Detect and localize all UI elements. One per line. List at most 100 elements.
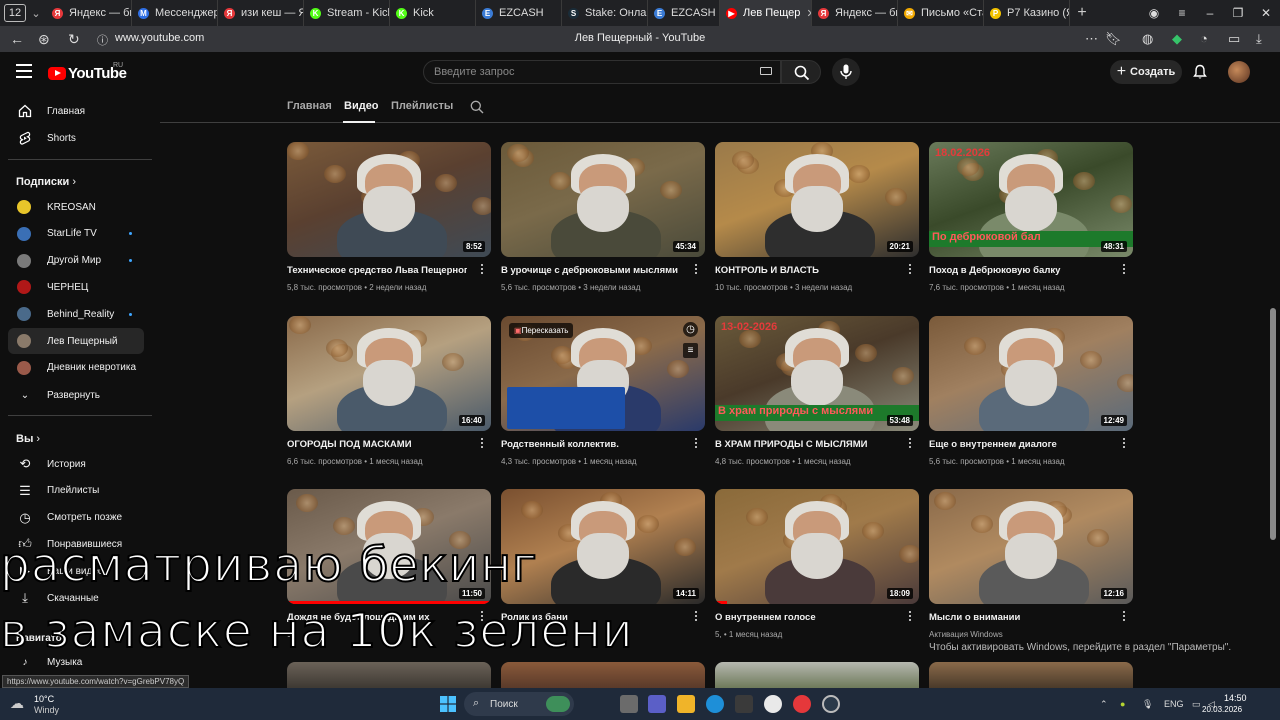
expand-subscriptions-button[interactable]: ⌄ Развернуть <box>8 382 144 408</box>
clock-time[interactable]: 14:50 <box>1224 693 1247 703</box>
yandex-icon[interactable] <box>793 695 811 713</box>
tab-list-chevron-icon[interactable]: ⌄ <box>26 7 46 20</box>
edge-browser-icon[interactable] <box>706 695 724 713</box>
create-button[interactable]: + Создать <box>1110 60 1182 84</box>
minimize-button[interactable]: – <box>1196 6 1224 20</box>
video-title[interactable]: О внутреннем голосе <box>715 612 895 623</box>
channel-search-icon[interactable] <box>470 100 484 119</box>
summarize-chip[interactable]: ▣ Пересказать <box>509 323 574 338</box>
video-more-options-icon[interactable] <box>907 438 913 452</box>
browser-tab[interactable]: Я Яндекс — бы <box>812 0 898 26</box>
browser-tab[interactable]: K Kick <box>390 0 476 26</box>
subscriptions-header[interactable]: Подписки › <box>16 176 76 188</box>
video-card[interactable]: 18.02.2026 По дебрюковой бал 48:31 Поход в … <box>929 142 1133 302</box>
video-more-options-icon[interactable] <box>479 264 485 278</box>
restore-button[interactable]: ❐ <box>1224 6 1252 20</box>
video-title[interactable]: В урочище с дебрюковыми мыслями <box>501 265 681 276</box>
search-button[interactable] <box>781 60 821 84</box>
sidebar-channel-item[interactable]: KREOSAN <box>8 194 144 220</box>
browser-tab[interactable]: E EZCASH <box>648 0 720 26</box>
video-thumbnail[interactable]: 16:40 <box>287 316 491 431</box>
video-card[interactable]: 8:52 Техническое средство Льва Пещерного.… <box>287 142 491 302</box>
browser-tab[interactable]: Я Яндекс — бы <box>46 0 132 26</box>
video-thumbnail[interactable]: 18:09 <box>715 489 919 604</box>
video-title[interactable]: Техническое средство Льва Пещерного. <box>287 265 467 276</box>
video-card[interactable]: ▣ Пересказать ◷ ≡ Родственный коллектив. 4,3… <box>501 316 705 476</box>
browser-tab[interactable]: Яизи кеш — Я <box>218 0 304 26</box>
file-explorer-icon[interactable] <box>677 695 695 713</box>
steam-icon[interactable] <box>822 695 840 713</box>
close-window-button[interactable]: ✕ <box>1252 6 1280 20</box>
sidebar-item-playlists[interactable]: ☰ Плейлисты <box>8 478 144 504</box>
video-more-options-icon[interactable] <box>693 264 699 278</box>
sidebar-channel-item[interactable]: StarLife TV <box>8 221 144 247</box>
video-title[interactable]: В ХРАМ ПРИРОДЫ С МЫСЛЯМИ <box>715 439 895 450</box>
new-tab-button[interactable]: + <box>1070 4 1094 22</box>
yandex-browser-icon[interactable] <box>764 695 782 713</box>
browser-tab[interactable]: P P7 Казино (Я <box>984 0 1070 26</box>
video-thumbnail[interactable]: 20:21 <box>715 142 919 257</box>
tab-home[interactable]: Главная <box>287 100 332 112</box>
video-thumbnail[interactable]: 12:49 <box>929 316 1133 431</box>
browser-tab[interactable]: М Мессенджер <box>132 0 218 26</box>
voice-search-button[interactable] <box>832 58 860 86</box>
protect-icon[interactable]: ◆ <box>1172 31 1182 47</box>
video-thumbnail-partial[interactable] <box>287 662 491 688</box>
video-thumbnail-partial[interactable] <box>929 662 1133 688</box>
sidebar-item-home[interactable]: Главная <box>8 98 144 124</box>
network-icon[interactable]: ▭ <box>1192 699 1201 710</box>
video-more-options-icon[interactable] <box>907 264 913 278</box>
video-more-options-icon[interactable] <box>693 438 699 452</box>
profile-icon[interactable]: ◉ <box>1140 6 1168 20</box>
taskbar-search[interactable]: ⌕ Поиск <box>464 692 574 716</box>
sidebar-channel-item[interactable]: Другой Мир <box>8 248 144 274</box>
video-more-options-icon[interactable] <box>1121 611 1127 625</box>
downloads-icon[interactable]: ⤓ <box>1256 31 1262 47</box>
video-more-options-icon[interactable] <box>479 438 485 452</box>
browser-tab[interactable]: E EZCASH <box>476 0 562 26</box>
video-thumbnail[interactable]: 18.02.2026 По дебрюковой бал 48:31 <box>929 142 1133 257</box>
browser-tab[interactable]: ▶Лев Пещер✕ <box>720 0 812 26</box>
sidebar-channel-item[interactable]: Behind_Reality <box>8 301 144 327</box>
browser-tab[interactable]: K Stream - Kick <box>304 0 390 26</box>
account-avatar[interactable] <box>1228 61 1250 83</box>
video-more-options-icon[interactable] <box>693 611 699 625</box>
sidebar-item-history[interactable]: ⟲ История <box>8 451 144 477</box>
video-thumbnail-partial[interactable] <box>501 662 705 688</box>
store-icon[interactable] <box>735 695 753 713</box>
collections-icon[interactable]: ▭ <box>1228 31 1240 47</box>
tray-chevron-icon[interactable]: ⌃ <box>1100 699 1108 710</box>
vpn-icon[interactable]: ◍ <box>1142 31 1153 47</box>
video-more-options-icon[interactable] <box>1121 438 1127 452</box>
clock-date[interactable]: 20.03.2026 <box>1202 705 1242 714</box>
video-title[interactable]: ОГОРОДЫ ПОД МАСКАМИ <box>287 439 467 450</box>
sidebar-item-watch-later[interactable]: ◷ Смотреть позже <box>8 505 144 531</box>
keyboard-icon[interactable] <box>760 67 772 75</box>
video-thumbnail[interactable]: 8:52 <box>287 142 491 257</box>
video-thumbnail[interactable]: 12:16 <box>929 489 1133 604</box>
menu-hamburger-icon[interactable] <box>16 64 32 82</box>
tab-playlists[interactable]: Плейлисты <box>391 100 453 112</box>
video-card[interactable]: 45:34 В урочище с дебрюковыми мыслями 5,6 … <box>501 142 705 302</box>
tray-mic-icon[interactable]: 🎙︎ <box>1142 699 1153 710</box>
browser-menu-icon[interactable]: ≡ <box>1168 6 1196 20</box>
tab-videos[interactable]: Видео <box>344 100 379 112</box>
tray-app-icon[interactable]: ● <box>1120 699 1125 709</box>
weather-icon[interactable]: ☁ <box>10 695 24 712</box>
sidebar-channel-item[interactable]: Лев Пещерный <box>8 328 144 354</box>
video-card[interactable]: 16:40 ОГОРОДЫ ПОД МАСКАМИ 6,6 тыс. просмот… <box>287 316 491 476</box>
video-more-options-icon[interactable] <box>907 611 913 625</box>
task-view-icon[interactable] <box>620 695 638 713</box>
browser-tab[interactable]: S Stake: Онлай <box>562 0 648 26</box>
notifications-bell-icon[interactable] <box>1192 64 1208 85</box>
video-thumbnail[interactable]: 45:34 <box>501 142 705 257</box>
tab-count-button[interactable]: 12 <box>4 4 26 22</box>
video-card[interactable]: 12:16 Мысли о внимании Активация Windows <box>929 489 1133 649</box>
video-card[interactable]: 13-02-2026 В храм природы с мыслями 53:48 В… <box>715 316 919 476</box>
video-card[interactable]: 20:21 КОНТРОЛЬ И ВЛАСТЬ 10 тыс. просмотров… <box>715 142 919 302</box>
video-title[interactable]: Еще о внутреннем диалоге <box>929 439 1109 450</box>
add-to-queue-icon[interactable]: ≡ <box>683 343 698 358</box>
download-status-icon[interactable]: ◔ <box>1200 31 1208 46</box>
sidebar-item-shorts[interactable]: Shorts <box>8 125 144 151</box>
you-header[interactable]: Вы › <box>16 433 40 445</box>
